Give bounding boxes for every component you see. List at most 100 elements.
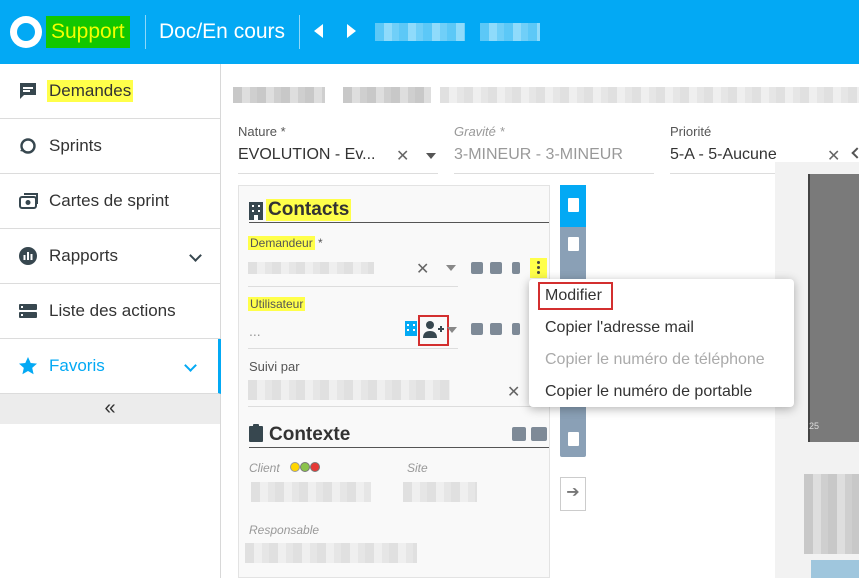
clipboard-icon <box>249 424 263 442</box>
field-underline <box>248 348 458 349</box>
field-underline <box>454 173 654 174</box>
menu-item-copier-telephone: Copier le numéro de téléphone <box>545 351 765 368</box>
refresh-icon <box>20 138 36 154</box>
phone-icon[interactable] <box>490 323 502 335</box>
dropdown-caret-icon[interactable] <box>446 265 456 271</box>
cards-icon <box>19 193 38 209</box>
status-dot-green <box>300 462 310 472</box>
menu-item-copier-mail[interactable]: Copier l'adresse mail <box>545 319 694 337</box>
nature-label: Nature * <box>238 124 286 139</box>
mobile-icon[interactable] <box>512 262 520 274</box>
building-icon[interactable] <box>405 321 417 336</box>
header-divider <box>299 15 300 49</box>
client-value-redacted[interactable] <box>251 482 371 502</box>
sidebar-collapse-button[interactable]: « <box>0 394 220 424</box>
edit-icon[interactable] <box>531 427 547 441</box>
redacted-text <box>233 87 325 103</box>
sidebar-item-label: Liste des actions <box>49 301 176 320</box>
sidebar-item-demandes[interactable]: Demandes <box>0 64 220 119</box>
previous-arrow-icon[interactable] <box>314 24 323 38</box>
nature-select[interactable]: EVOLUTION - Ev... <box>238 146 376 164</box>
required-mark: * <box>318 236 323 250</box>
field-underline <box>248 406 548 407</box>
top-bar: Support Doc/En cours <box>0 0 859 64</box>
suivi-value-redacted[interactable] <box>248 380 450 400</box>
app-title[interactable]: Support <box>46 16 130 48</box>
main-content: Nature * EVOLUTION - Ev... ✕ Gravité * 3… <box>221 64 859 578</box>
redacted-title <box>480 23 540 41</box>
field-underline <box>238 173 438 174</box>
dropdown-caret-icon[interactable] <box>447 327 457 333</box>
sidebar-item-label: Sprints <box>49 136 102 155</box>
sidebar-item-label: Cartes de sprint <box>49 191 169 210</box>
sidebar-item-liste-des-actions[interactable]: Liste des actions <box>0 284 220 339</box>
sidebar-item-favoris[interactable]: Favoris <box>0 339 221 394</box>
contexte-title: Contexte <box>269 424 351 445</box>
header-divider <box>145 15 146 49</box>
menu-item-modifier[interactable]: Modifier <box>545 287 602 305</box>
more-options-icon[interactable] <box>530 258 547 278</box>
status-dot-yellow <box>290 462 300 472</box>
mobile-icon[interactable] <box>512 323 520 335</box>
add-user-icon[interactable] <box>423 320 445 340</box>
utilisateur-label-row: Utilisateur <box>248 297 306 311</box>
demandeur-value-redacted[interactable] <box>248 262 374 274</box>
clipboard-icon[interactable] <box>568 432 579 446</box>
client-label: Client <box>249 461 280 475</box>
chevron-down-icon[interactable] <box>184 359 197 372</box>
thumbnail-strip <box>811 560 859 578</box>
chevron-down-icon[interactable] <box>189 249 202 262</box>
breadcrumb[interactable]: Doc/En cours <box>159 18 285 46</box>
chevron-left-icon[interactable] <box>851 147 859 159</box>
sidebar-item-cartes-de-sprint[interactable]: Cartes de sprint <box>0 174 220 229</box>
responsable-label: Responsable <box>249 523 320 537</box>
sidebar-item-label: Favoris <box>49 356 105 375</box>
responsable-value-redacted[interactable] <box>245 543 417 563</box>
section-divider <box>249 447 549 448</box>
clipboard-icon[interactable] <box>568 237 579 251</box>
demandeur-label-row: Demandeur * <box>248 236 323 250</box>
redacted-text <box>343 87 431 103</box>
site-value-redacted[interactable] <box>403 482 477 502</box>
more-options-icon[interactable] <box>512 427 526 441</box>
sidebar-item-rapports[interactable]: Rapports <box>0 229 220 284</box>
gravite-select[interactable]: 3-MINEUR - 3-MINEUR <box>454 146 623 164</box>
field-underline <box>248 286 458 287</box>
next-arrow-icon[interactable] <box>347 24 356 38</box>
status-dot-red <box>310 462 320 472</box>
site-label: Site <box>407 461 428 475</box>
utilisateur-label: Utilisateur <box>248 297 306 311</box>
clear-icon[interactable]: ✕ <box>507 382 520 402</box>
star-icon <box>19 357 37 375</box>
priorite-label: Priorité <box>670 124 712 139</box>
clear-icon[interactable]: ✕ <box>396 146 409 166</box>
right-panel-preview <box>808 174 859 442</box>
building-icon <box>249 202 263 220</box>
redacted-thumbnail <box>804 474 859 554</box>
dropdown-caret-icon[interactable] <box>426 153 436 159</box>
server-list-icon <box>19 304 37 318</box>
demandeur-label: Demandeur <box>248 236 315 250</box>
arrow-right-button[interactable]: ➔ <box>560 477 586 511</box>
section-divider <box>249 222 549 223</box>
contacts-title: Contacts <box>266 199 352 221</box>
redacted-title <box>375 23 465 41</box>
menu-item-copier-portable[interactable]: Copier le numéro de portable <box>545 383 752 401</box>
suivi-label: Suivi par <box>249 359 300 374</box>
redacted-text <box>440 87 859 103</box>
mail-icon[interactable] <box>471 323 483 335</box>
gravite-label: Gravité * <box>454 124 505 139</box>
building-icon <box>568 198 579 212</box>
phone-icon[interactable] <box>490 262 502 274</box>
partial-text: 25 <box>809 421 820 431</box>
sidebar-item-label: Demandes <box>47 80 134 102</box>
clear-icon[interactable]: ✕ <box>416 259 429 279</box>
context-menu: Modifier Copier l'adresse mail Copier le… <box>529 279 794 407</box>
utilisateur-input[interactable]: ... <box>249 323 261 339</box>
app-logo-icon[interactable] <box>10 16 42 48</box>
mail-icon[interactable] <box>471 262 483 274</box>
chart-icon <box>19 247 37 265</box>
sidebar-item-label: Rapports <box>49 246 118 265</box>
sidebar-item-sprints[interactable]: Sprints <box>0 119 220 174</box>
priorite-select[interactable]: 5-A - 5-Aucune <box>670 146 777 164</box>
